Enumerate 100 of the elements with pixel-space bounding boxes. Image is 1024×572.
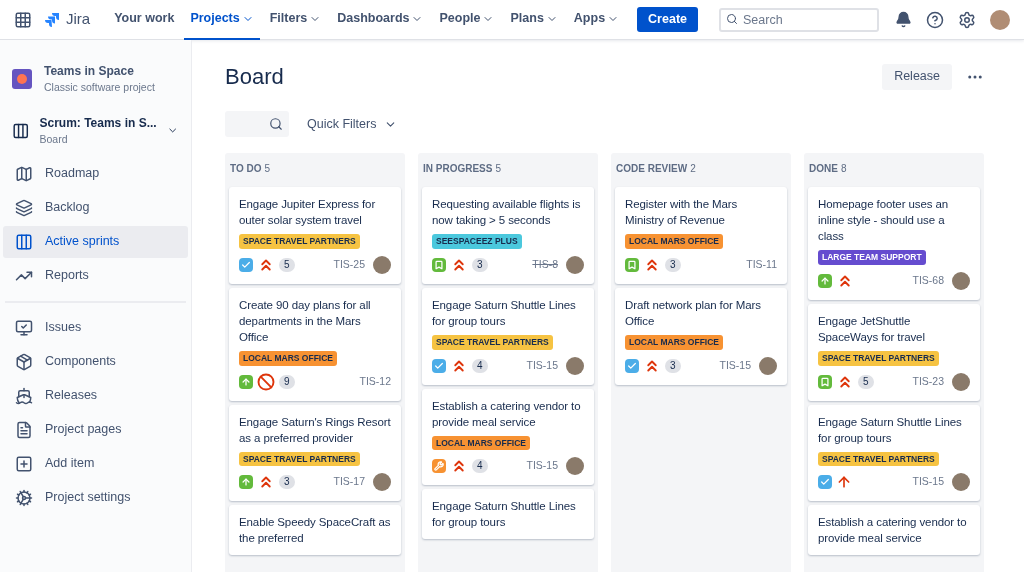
epic-label: SPACE TRAVEL PARTNERS — [239, 234, 360, 249]
epic-label: SPACE TRAVEL PARTNERS — [818, 451, 939, 467]
story-points: 5 — [279, 257, 295, 272]
issue-title: Establish a catering vendor to provide meal service — [818, 515, 968, 547]
box-icon — [15, 352, 33, 371]
sidebar-item[interactable]: Backlog — [3, 191, 188, 224]
avatar[interactable] — [952, 372, 970, 391]
epic-label: LOCAL MARS OFFICE — [625, 234, 724, 249]
sidebar-item[interactable]: Project settings — [3, 481, 188, 514]
sidebar-item[interactable]: Components — [3, 345, 188, 378]
issue-key: TIS-15 — [526, 357, 558, 374]
sidebar-item[interactable]: Roadmap — [3, 157, 188, 190]
nav-tab[interactable]: People — [433, 0, 501, 40]
issue-title: Homepage footer uses an inline style - should use a class — [818, 197, 950, 244]
search-icon — [726, 13, 738, 25]
issue-title: Engage Saturn Shuttle Lines for group tours — [432, 499, 577, 531]
issue-count: 5 — [495, 162, 502, 176]
issue-title: Engage Jupiter Express for outer solar system travel — [239, 197, 377, 228]
sidebar-item[interactable]: Project pages — [3, 413, 188, 446]
story-points: 5 — [858, 374, 874, 389]
sidebar-item[interactable]: Releases — [3, 379, 188, 412]
issue-card[interactable]: Engage Saturn Shuttle Lines for group tours — [422, 489, 594, 540]
issue-key: TIS-15 — [719, 357, 751, 374]
jira-logo-icon[interactable] — [44, 11, 60, 28]
epic-label: LOCAL MARS OFFICE — [239, 350, 338, 366]
issue-card[interactable]: Enable Speedy SpaceCraft as the preferred — [229, 505, 401, 556]
avatar[interactable] — [373, 255, 391, 274]
epic-label: LARGE TEAM SUPPORT — [818, 250, 926, 265]
story-points: 9 — [279, 374, 295, 389]
issue-card[interactable]: Engage JetShuttle SpaceWays for travel SPACE TRAVEL PARTNERS 5 TIS-23 — [808, 303, 980, 401]
issue-card[interactable]: Engage Jupiter Express for outer solar system travel SPACE TRAVEL PARTNERS 5 TIS-25 — [229, 187, 401, 284]
avatar[interactable] — [952, 473, 970, 492]
add-icon — [15, 454, 33, 473]
issue-key: TIS-12 — [359, 373, 391, 390]
project-avatar-icon — [12, 68, 32, 89]
nav-tab[interactable]: Projects — [184, 0, 260, 40]
issue-card[interactable]: Draft network plan for Mars Office LOCAL MARS OFFICE 3 TIS-15 — [615, 287, 787, 385]
avatar[interactable] — [373, 473, 391, 492]
columns-icon — [15, 232, 33, 251]
epic-label: SPACE TRAVEL PARTNERS — [432, 334, 553, 350]
issue-key: TIS-8 — [532, 256, 558, 273]
bell-icon[interactable] — [895, 11, 912, 28]
issue-card[interactable]: Register with the Mars Ministry of Revenue LOCAL MARS OFFICE 3 TIS-11 — [615, 187, 787, 284]
issue-title: Establish a catering vendor to provide meal service — [432, 398, 582, 430]
avatar[interactable] — [566, 255, 584, 274]
board-switcher[interactable]: Scrum: Teams in S... Board — [3, 113, 188, 148]
issue-card[interactable]: Establish a catering vendor to provide meal service LOCAL MARS OFFICE 4 TIS-15 — [422, 388, 594, 486]
create-button[interactable]: Create — [637, 7, 698, 32]
issue-card[interactable]: Requesting available flights is now taking > 5 seconds SEESPACEEZ PLUS 3 TIS-8 — [422, 187, 594, 284]
board-search-field[interactable] — [225, 111, 289, 137]
issue-title: Register with the Mars Ministry of Revenue — [625, 197, 739, 228]
sidebar-item[interactable]: Active sprints — [3, 225, 188, 258]
issue-title: Engage Saturn Shuttle Lines for group tours — [818, 414, 963, 446]
sidebar-item[interactable]: Issues — [3, 311, 188, 344]
issue-card[interactable]: Create 90 day plans for all departments in the Mars Office LOCAL MARS OFFICE 9 TIS-12 — [229, 287, 401, 401]
search-field[interactable]: Search — [719, 8, 879, 32]
search-icon — [269, 117, 283, 131]
sidebar-item[interactable]: Add item — [3, 447, 188, 480]
nav-tab[interactable]: Dashboards — [331, 0, 430, 40]
story-points: 4 — [472, 358, 488, 373]
issue-card[interactable]: Engage Saturn Shuttle Lines for group tours SPACE TRAVEL PARTNERS 4 TIS-15 — [422, 287, 594, 385]
issue-card[interactable]: Homepage footer uses an inline style - should use a class LARGE TEAM SUPPORT TIS-68 — [808, 187, 980, 300]
issue-count: 8 — [840, 162, 847, 176]
issue-card[interactable]: Engage Saturn's Rings Resort as a preferred provider SPACE TRAVEL PARTNERS 3 TIS-17 — [229, 404, 401, 502]
story-points: 3 — [665, 358, 681, 373]
nav-tab[interactable]: Filters — [263, 0, 328, 40]
issue-key: TIS-25 — [333, 256, 365, 273]
issue-title: Engage Saturn Shuttle Lines for group tours — [432, 297, 577, 329]
story-points: 3 — [279, 475, 295, 490]
settings-icon[interactable] — [958, 10, 976, 29]
app-switcher-icon[interactable] — [14, 10, 32, 29]
nav-tab[interactable]: Apps — [567, 0, 626, 40]
issue-key: TIS-17 — [333, 474, 365, 491]
settings-icon — [15, 488, 33, 507]
issue-key: TIS-15 — [912, 474, 944, 491]
issue-card[interactable]: Establish a catering vendor to provide meal service — [808, 505, 980, 556]
issue-key: TIS-68 — [912, 272, 944, 289]
avatar[interactable] — [566, 457, 584, 476]
avatar[interactable] — [759, 356, 777, 375]
avatar[interactable] — [952, 271, 970, 290]
issue-count: 2 — [690, 162, 696, 176]
story-points: 3 — [665, 257, 681, 272]
avatar[interactable] — [566, 356, 584, 375]
issue-key: TIS-23 — [912, 373, 944, 390]
issue-title: Draft network plan for Mars Office — [625, 297, 762, 329]
nav-tab[interactable]: Plans — [504, 0, 564, 40]
product-name[interactable]: Jira — [66, 8, 91, 31]
release-button[interactable]: Release — [882, 63, 952, 90]
quick-filters-dropdown[interactable]: Quick Filters — [307, 114, 398, 134]
help-icon[interactable] — [926, 10, 944, 29]
issue-card[interactable]: Engage Saturn Shuttle Lines for group tours SPACE TRAVEL PARTNERS TIS-15 — [808, 404, 980, 502]
column-title: CODE REVIEW — [616, 162, 688, 176]
sidebar-item[interactable]: Reports — [3, 259, 188, 292]
nav-tab[interactable]: Your work — [108, 0, 181, 40]
project-name: Teams in Space — [44, 63, 135, 80]
epic-label: LOCAL MARS OFFICE — [625, 334, 724, 350]
roadmap-icon — [15, 164, 33, 183]
column-title: DONE — [809, 162, 838, 176]
user-avatar[interactable] — [990, 9, 1010, 30]
column-title: TO DO — [230, 162, 262, 176]
